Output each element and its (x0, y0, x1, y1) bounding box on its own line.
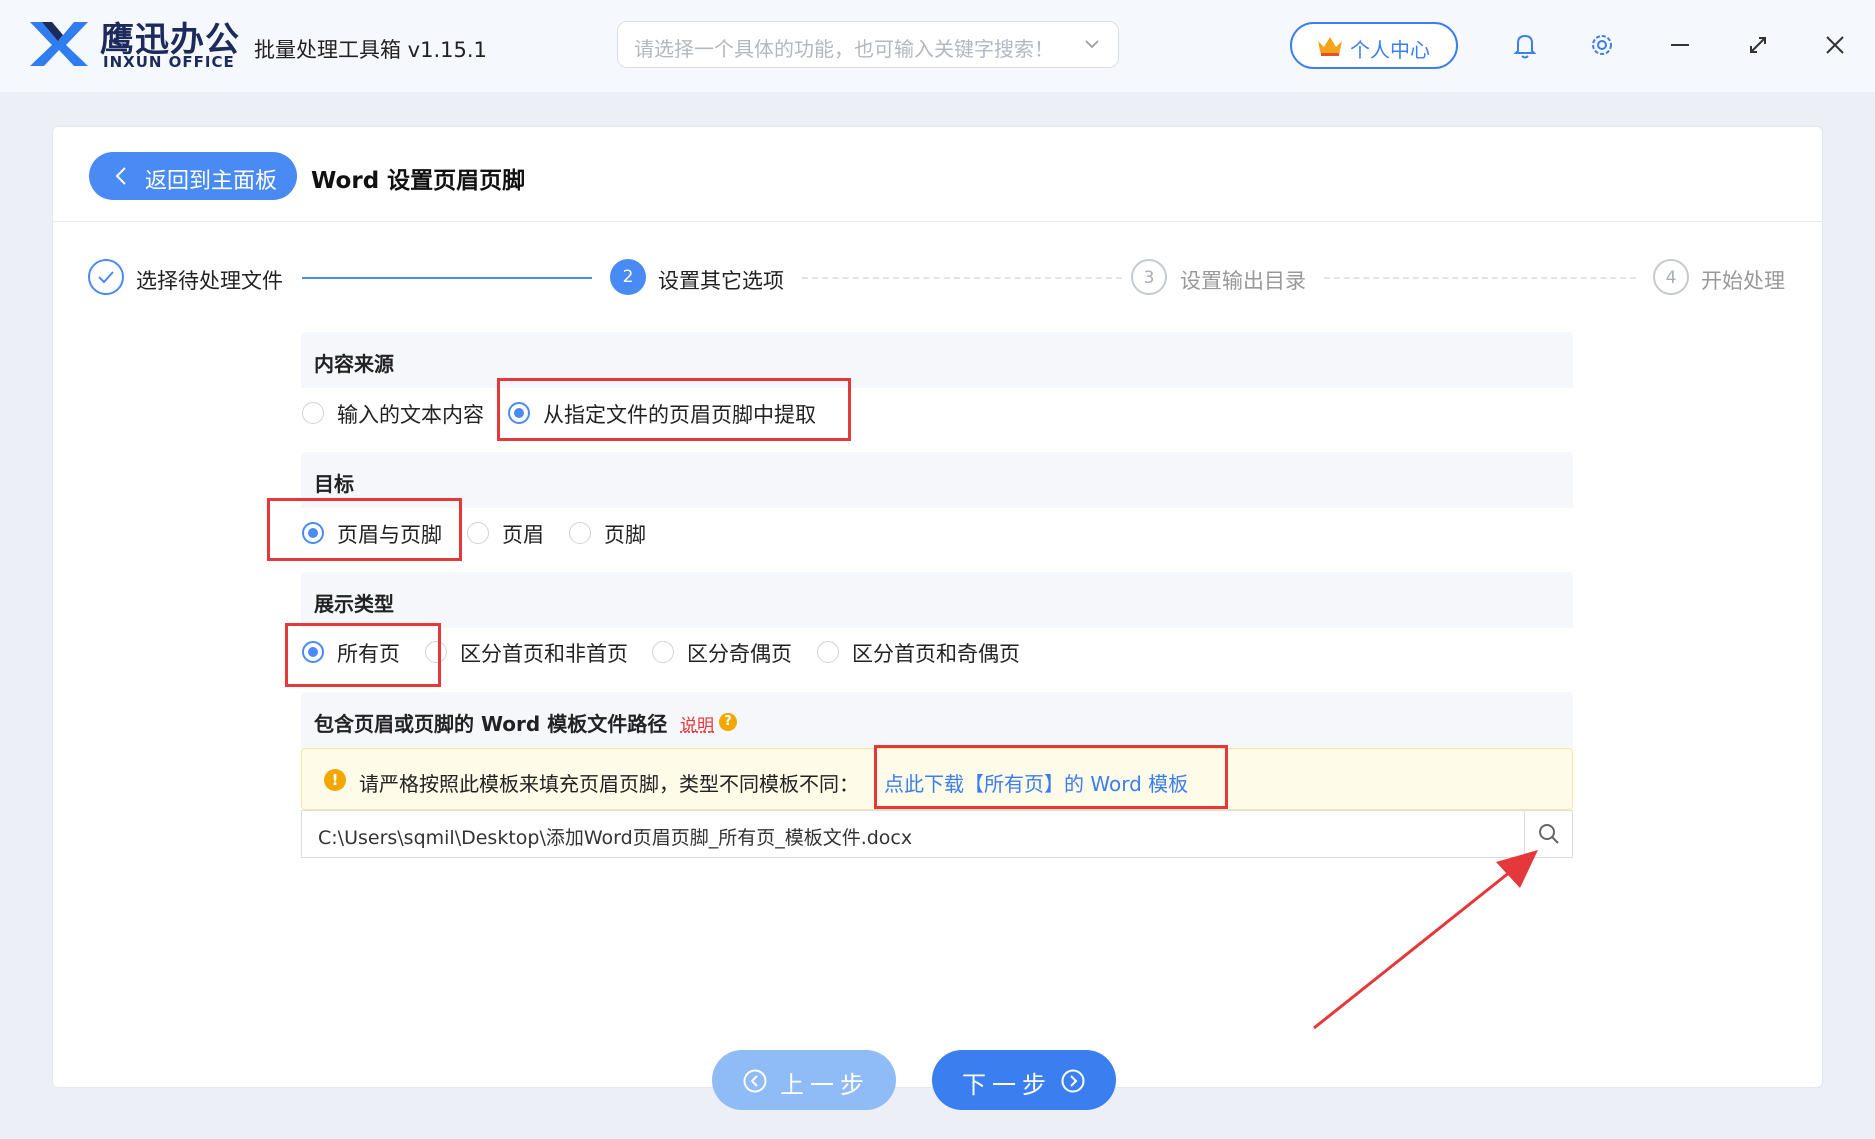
radio-text-input[interactable] (302, 402, 324, 424)
question-icon[interactable]: ? (719, 713, 737, 731)
app-title: 批量处理工具箱 v1.15.1 (254, 38, 487, 62)
warning-icon: ! (324, 769, 346, 791)
step-1-check-icon (88, 259, 124, 295)
title-bar: 鹰迅办公 INXUN OFFICE 批量处理工具箱 v1.15.1 请选择一个具… (0, 0, 1875, 92)
back-button-label: 返回到主面板 (145, 169, 278, 194)
step-3-number: 3 (1131, 259, 1167, 295)
brand-name-en: INXUN OFFICE (103, 53, 235, 71)
section-title: 目标 (314, 472, 354, 496)
app-logo-icon (30, 22, 88, 66)
section-target: 目标 (301, 452, 1573, 508)
section-display-type: 展示类型 (301, 572, 1573, 628)
user-center-button[interactable]: 个人中心 (1290, 22, 1458, 69)
search-placeholder: 请选择一个具体的功能，也可输入关键字搜索！ (634, 37, 1054, 61)
radio-label[interactable]: 区分首页和非首页 (460, 638, 628, 668)
radio-footer[interactable] (569, 522, 591, 544)
bell-icon[interactable] (1508, 28, 1542, 62)
previous-step-button[interactable]: 上一步 (712, 1050, 896, 1110)
highlight-box (285, 623, 441, 687)
radio-label[interactable]: 页眉 (502, 519, 544, 549)
notice-text: 请严格按照此模板来填充页眉页脚，类型不同模板不同： (359, 772, 859, 796)
help-link[interactable]: 说明 (680, 711, 714, 736)
step-2-label: 设置其它选项 (658, 269, 784, 293)
chevron-left-icon (115, 167, 126, 185)
step-connector (302, 277, 592, 279)
section-template-path: 包含页眉或页脚的 Word 模板文件路径 (301, 692, 1573, 748)
radio-label[interactable]: 输入的文本内容 (337, 399, 484, 429)
radio-first-and-odd-even[interactable] (817, 641, 839, 663)
highlight-box (497, 378, 851, 441)
crown-icon (1318, 37, 1342, 56)
next-step-label: 下一步 (962, 1071, 1052, 1099)
section-title: 展示类型 (314, 592, 394, 616)
gear-icon[interactable] (1585, 28, 1619, 62)
maximize-icon[interactable] (1741, 28, 1775, 62)
step-connector (802, 277, 1122, 279)
next-step-button[interactable]: 下一步 (932, 1050, 1116, 1110)
close-icon[interactable] (1818, 28, 1852, 62)
highlight-box (267, 498, 462, 561)
arrow-left-circle-icon (743, 1069, 767, 1093)
step-3-label: 设置输出目录 (1180, 269, 1306, 293)
step-2-number: 2 (610, 259, 646, 295)
radio-label[interactable]: 页脚 (604, 519, 646, 549)
back-to-dashboard-button[interactable]: 返回到主面板 (89, 152, 297, 200)
header-divider (52, 221, 1823, 222)
section-title: 包含页眉或页脚的 Word 模板文件路径 (314, 712, 668, 736)
step-4-number: 4 (1653, 259, 1689, 295)
radio-label[interactable]: 区分首页和奇偶页 (852, 638, 1020, 668)
radio-odd-even[interactable] (652, 641, 674, 663)
chevron-down-icon (1085, 40, 1099, 49)
template-path-value: C:\Users\sqmil\Desktop\添加Word页眉页脚_所有页_模板… (318, 827, 913, 849)
user-center-label: 个人中心 (1350, 38, 1430, 62)
annotation-arrow-icon (1313, 850, 1538, 1030)
section-title: 内容来源 (314, 352, 394, 376)
highlight-box (874, 745, 1228, 809)
previous-step-label: 上一步 (780, 1071, 870, 1099)
step-connector (1324, 277, 1636, 279)
arrow-right-circle-icon (1061, 1069, 1085, 1093)
section-content-source: 内容来源 (301, 332, 1573, 388)
radio-header[interactable] (467, 522, 489, 544)
page-title: Word 设置页眉页脚 (311, 168, 526, 194)
feature-search-input[interactable]: 请选择一个具体的功能，也可输入关键字搜索！ (617, 21, 1119, 68)
step-4-label: 开始处理 (1701, 269, 1785, 293)
radio-label[interactable]: 区分奇偶页 (687, 638, 792, 668)
step-1-label: 选择待处理文件 (136, 269, 283, 293)
minimize-icon[interactable] (1663, 28, 1697, 62)
